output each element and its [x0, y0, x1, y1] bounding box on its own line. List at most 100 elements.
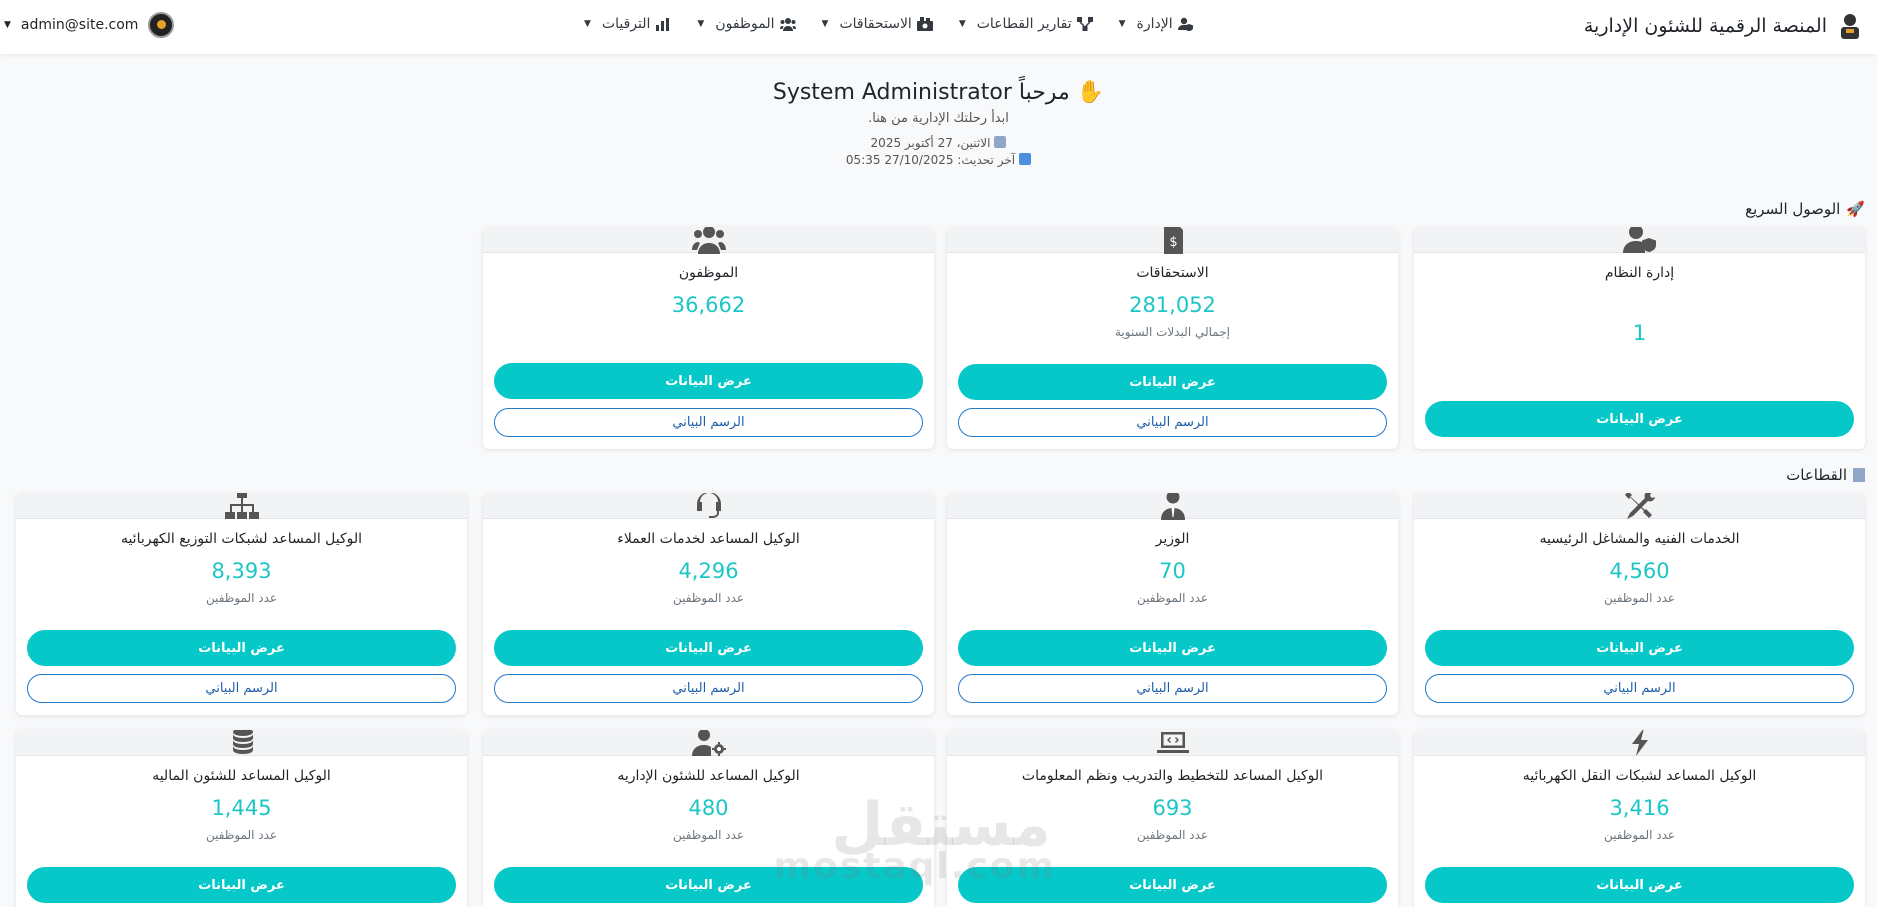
card-header [947, 730, 1398, 756]
card-header [483, 493, 934, 519]
sitemap-icon [224, 493, 259, 520]
current-date-line: الاثنين، 27 أكتوبر 2025 [0, 136, 1877, 150]
user-shield-icon [1177, 17, 1193, 31]
card-title: الوكيل المساعد للتخطيط والتدريب ونظم الم… [1021, 768, 1324, 784]
chevron-down-icon: ▼ [584, 19, 591, 29]
card-note: عدد الموظفين [1603, 828, 1676, 842]
chart-button[interactable]: الرسم البياني [1425, 674, 1854, 703]
card-sector-administrative-affairs: الوكيل المساعد للشئون الإداريه 480 عدد ا… [483, 730, 934, 907]
menu-label: الترقيات [601, 16, 651, 32]
card-title: الوكيل المساعد لشبكات النقل الكهربائيه [1522, 768, 1757, 784]
view-data-button[interactable]: عرض البيانات [1425, 630, 1854, 666]
card-note: إجمالي البدلات السنوية [1115, 325, 1230, 339]
brand-logo-icon [1841, 14, 1859, 39]
view-data-button[interactable]: عرض البيانات [958, 364, 1387, 400]
card-value: 1 [1632, 321, 1647, 345]
view-data-button[interactable]: عرض البيانات [494, 867, 923, 903]
card-header [947, 493, 1398, 520]
card-header [1414, 227, 1865, 253]
users-cog-icon [691, 730, 726, 757]
building-icon [1853, 468, 1865, 482]
chart-icon [656, 18, 670, 31]
chevron-down-icon: ▼ [4, 20, 11, 30]
card-value: 36,662 [671, 293, 746, 317]
chevron-down-icon: ▼ [1118, 19, 1126, 29]
top-navbar: المنصة الرقمية للشئون الإدارية الإدارة ▼… [0, 0, 1877, 54]
card-title: الموظفون [678, 265, 739, 281]
card-employees: الموظفون 36,662 عرض البيانات الرسم البيا… [483, 227, 934, 449]
card-sector-distribution-networks: الوكيل المساعد لشبكات التوزيع الكهربائيه… [16, 493, 467, 715]
chart-button[interactable]: الرسم البياني [958, 408, 1387, 437]
view-data-button[interactable]: عرض البيانات [1425, 401, 1854, 437]
card-entitlements: $ الاستحقاقات 281,052 إجمالي البدلات الس… [947, 227, 1398, 449]
user-email: admin@site.com [20, 17, 139, 33]
card-note: عدد الموظفين [672, 828, 745, 842]
brand-title: المنصة الرقمية للشئون الإدارية [1583, 15, 1827, 37]
refresh-icon [1019, 153, 1032, 165]
waving-hand-icon: ✋ [1076, 80, 1105, 105]
view-data-button[interactable]: عرض البيانات [494, 630, 923, 666]
card-header [16, 730, 467, 756]
headset-icon [692, 493, 726, 520]
card-header [1414, 730, 1865, 756]
menu-item-entitlements[interactable]: الاستحقاقات ▼ [822, 16, 933, 32]
menu-item-admin[interactable]: الإدارة ▼ [1119, 16, 1194, 32]
chart-button[interactable]: الرسم البياني [494, 408, 923, 437]
tools-icon [1623, 493, 1657, 520]
user-menu[interactable]: admin@site.com ▼ [4, 12, 175, 38]
quick-access-heading: 🚀 الوصول السريع [1745, 200, 1865, 218]
view-data-button[interactable]: عرض البيانات [1425, 867, 1854, 903]
section-title: الوصول السريع [1745, 200, 1841, 218]
card-value: 1,445 [211, 796, 272, 820]
user-shield-icon [1622, 227, 1657, 254]
card-header [483, 227, 934, 254]
card-note: عدد الموظفين [205, 828, 278, 842]
welcome-subtitle: ابدأ رحلتك الإدارية من هنا. [868, 111, 1009, 126]
menu-item-promotions[interactable]: الترقيات ▼ [584, 16, 671, 32]
card-value: 70 [1159, 559, 1186, 583]
current-date: الاثنين، 27 أكتوبر 2025 [870, 136, 991, 150]
chevron-down-icon: ▼ [697, 19, 705, 29]
chart-button[interactable]: الرسم البياني [494, 674, 923, 703]
view-data-button[interactable]: عرض البيانات [494, 363, 923, 399]
menu-label: الموظفون [715, 16, 775, 32]
avatar[interactable] [148, 12, 175, 38]
card-value: 281,052 [1129, 293, 1216, 317]
laptop-code-icon [1156, 730, 1190, 757]
coins-icon [225, 730, 259, 757]
last-update: آخر تحديث: 27/10/2025 05:35 [845, 153, 1016, 167]
card-note: عدد الموظفين [205, 591, 278, 605]
user-tie-icon [1156, 493, 1190, 520]
menu-label: الإدارة [1136, 16, 1173, 32]
menu-item-sector-reports[interactable]: تقارير القطاعات ▼ [959, 16, 1093, 32]
menu-label: الاستحقاقات [839, 16, 912, 32]
view-data-button[interactable]: عرض البيانات [27, 630, 456, 666]
card-title: الوكيل المساعد للشئون الماليه [152, 768, 331, 784]
card-title: الوزير [1155, 531, 1190, 547]
card-value: 8,393 [211, 559, 272, 583]
welcome-section: ✋ مرحباً System Administrator ابدأ رحلتك… [0, 80, 1877, 167]
users-icon [691, 227, 726, 254]
rocket-icon: 🚀 [1846, 200, 1865, 218]
view-data-button[interactable]: عرض البيانات [958, 630, 1387, 666]
view-data-button[interactable]: عرض البيانات [27, 867, 456, 903]
card-note: عدد الموظفين [672, 591, 745, 605]
card-sector-technical-services: الخدمات الفنيه والمشاغل الرئيسيه 4,560 ع… [1414, 493, 1865, 715]
card-title: الخدمات الفنيه والمشاغل الرئيسيه [1539, 531, 1740, 547]
main-menu: الإدارة ▼ تقارير القطاعات ▼ الاستحقاقات … [584, 16, 1194, 32]
svg-text:$: $ [1169, 235, 1177, 250]
chevron-down-icon: ▼ [821, 19, 829, 29]
chart-button[interactable]: الرسم البياني [958, 674, 1387, 703]
card-note: عدد الموظفين [1603, 591, 1676, 605]
card-title: الوكيل المساعد لشبكات التوزيع الكهربائيه [120, 531, 363, 547]
card-sector-minister: الوزير 70 عدد الموظفين عرض البيانات الرس… [947, 493, 1398, 715]
sectors-heading: القطاعات [1786, 466, 1865, 484]
chart-button[interactable]: الرسم البياني [27, 674, 456, 703]
welcome-heading: ✋ مرحباً System Administrator [0, 80, 1877, 105]
view-data-button[interactable]: عرض البيانات [958, 867, 1387, 903]
card-note: عدد الموظفين [1136, 828, 1209, 842]
users-icon [779, 18, 796, 31]
brand[interactable]: المنصة الرقمية للشئون الإدارية [1584, 12, 1863, 40]
card-value: 480 [688, 796, 729, 820]
menu-item-employees[interactable]: الموظفون ▼ [697, 16, 796, 32]
